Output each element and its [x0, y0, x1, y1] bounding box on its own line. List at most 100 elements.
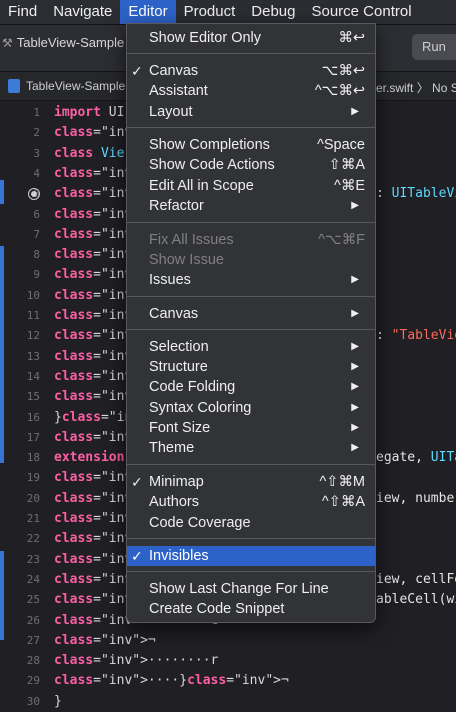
code-text: } [54, 693, 62, 709]
menu-separator [127, 329, 375, 330]
line-number: 3 [33, 146, 40, 160]
scheme-selector[interactable]: ⚒ TableView-Sample [2, 35, 124, 50]
menu-item-label: Structure [149, 359, 208, 375]
keyboard-shortcut: ^⇧⌘M [319, 474, 365, 490]
menu-item-refactor[interactable]: Refactor ▶ [127, 196, 375, 216]
keyboard-shortcut: ^⌥⌘F [318, 232, 365, 248]
menu-item-label: Syntax Coloring [149, 400, 252, 416]
line-number: 6 [33, 207, 40, 221]
code-text: import UI [54, 105, 125, 120]
submenu-arrow-icon: ▶ [351, 361, 359, 372]
menu-separator [127, 296, 375, 297]
project-icon [8, 79, 20, 93]
code-line[interactable]: 27 class="inv">¬ [0, 631, 456, 651]
code-text: : "TableVie [376, 328, 456, 344]
line-number: 7 [33, 227, 40, 241]
menu-item-label: Authors [149, 494, 199, 510]
menu-item-assistant[interactable]: Assistant ^⌥⌘↩ [127, 81, 375, 101]
menu-item-structure[interactable]: Structure ▶ [127, 357, 375, 377]
menu-item-label: Theme [149, 440, 195, 456]
menubar-item-editor[interactable]: Editor [120, 0, 176, 24]
menu-item-show-completions[interactable]: Show Completions ^Space [127, 135, 375, 155]
menu-item-invisibles[interactable]: ✓ Invisibles [127, 546, 375, 566]
line-number: 26 [26, 613, 40, 627]
menu-item-show-last-change-for-line[interactable]: Show Last Change For Line [127, 579, 375, 599]
menu-item-selection[interactable]: Selection ▶ [127, 337, 375, 357]
menu-item-create-code-snippet[interactable]: Create Code Snippet [127, 599, 375, 619]
menu-item-canvas[interactable]: ✓ Canvas ⌥⌘↩ [127, 61, 375, 81]
line-number: 16 [26, 410, 40, 424]
menu-item-label: Edit All in Scope [149, 178, 254, 194]
line-number: 13 [26, 349, 40, 363]
submenu-arrow-icon: ▶ [351, 308, 359, 319]
menu-item-edit-all-in-scope[interactable]: Edit All in Scope ^⌘E [127, 176, 375, 196]
keyboard-shortcut: ⇧⌘A [328, 157, 365, 173]
line-number: 1 [33, 106, 40, 119]
line-number: 29 [26, 674, 40, 688]
checkmark-icon: ✓ [131, 474, 143, 490]
menu-item-label: Refactor [149, 198, 204, 214]
code-line[interactable]: 28 class="inv">········r [0, 651, 456, 671]
line-number: 15 [26, 390, 40, 404]
menu-item-authors[interactable]: Authors ^⇧⌘A [127, 492, 375, 512]
submenu-arrow-icon: ▶ [351, 106, 359, 117]
line-number: 9 [33, 268, 40, 282]
menu-item-theme[interactable]: Theme ▶ [127, 438, 375, 458]
menu-bar: Find Navigate Editor Product Debug Source Con… [0, 0, 456, 25]
code-text: iew, number [376, 490, 456, 506]
keyboard-shortcut: ⌥⌘↩ [321, 63, 365, 79]
jump-bar-selection: No S [432, 81, 456, 95]
checkmark-icon: ✓ [131, 63, 143, 79]
menu-separator [127, 464, 375, 465]
menu-item-minimap[interactable]: ✓ Minimap ^⇧⌘M [127, 472, 375, 492]
submenu-arrow-icon: ▶ [351, 200, 359, 211]
menu-item-show-code-actions[interactable]: Show Code Actions ⇧⌘A [127, 155, 375, 175]
menu-item-issues[interactable]: Issues ▶ [127, 270, 375, 290]
menu-item-show-editor-only[interactable]: Show Editor Only ⌘↩ [127, 28, 375, 48]
submenu-arrow-icon: ▶ [351, 402, 359, 413]
keyboard-shortcut: ^Space [317, 137, 365, 153]
path-separator: 〉 [416, 81, 429, 95]
menu-item-font-size[interactable]: Font Size ▶ [127, 418, 375, 438]
code-line[interactable]: 30} [0, 692, 456, 712]
menu-item-layout[interactable]: Layout ▶ [127, 102, 375, 122]
hammer-icon: ⚒ [2, 35, 13, 50]
menu-item-label: Minimap [149, 474, 204, 490]
scheme-label: TableView-Sample [16, 35, 125, 50]
run-button[interactable]: Run [412, 34, 456, 60]
menubar-item-navigate[interactable]: Navigate [45, 0, 120, 24]
checkmark-icon: ✓ [131, 548, 143, 564]
code-text: egate, UITa [376, 450, 456, 466]
submenu-arrow-icon: ▶ [351, 341, 359, 352]
menu-item-code-folding[interactable]: Code Folding ▶ [127, 377, 375, 397]
jump-bar-path[interactable]: er.swift 〉 No S [376, 79, 456, 96]
menu-item-label: Issues [149, 272, 191, 288]
menu-item-label: Font Size [149, 420, 211, 436]
menu-item-label: Show Code Actions [149, 157, 275, 173]
code-line[interactable]: 29 class="inv">····}class="inv">¬ [0, 671, 456, 691]
keyboard-shortcut: ^⇧⌘A [321, 494, 365, 510]
line-number: 14 [26, 369, 40, 383]
menu-item-canvas[interactable]: Canvas ▶ [127, 304, 375, 324]
line-number: 2 [33, 126, 40, 140]
submenu-arrow-icon: ▶ [351, 422, 359, 433]
menu-item-label: Show Last Change For Line [149, 581, 329, 597]
submenu-arrow-icon: ▶ [351, 381, 359, 392]
menu-item-label: Canvas [149, 63, 199, 79]
line-number: 11 [26, 309, 40, 322]
code-text: : UITableVie [376, 186, 456, 202]
menu-item-label: Code Folding [149, 379, 236, 395]
menubar-item-source-control[interactable]: Source Control [303, 0, 419, 24]
keyboard-shortcut: ⌘↩ [338, 30, 365, 46]
jump-bar-project[interactable]: TableView-Sample [26, 79, 125, 93]
menubar-item-debug[interactable]: Debug [243, 0, 303, 24]
code-text: class="inv">¬ [54, 632, 156, 648]
code-text: class="inv">········r [54, 653, 219, 669]
menu-item-label: Show Editor Only [149, 30, 262, 46]
menubar-item-product[interactable]: Product [176, 0, 244, 24]
code-text: class="inv">····}class="inv">¬ [54, 673, 289, 689]
menubar-item-find[interactable]: Find [0, 0, 45, 24]
menu-item-syntax-coloring[interactable]: Syntax Coloring ▶ [127, 398, 375, 418]
menu-item-code-coverage[interactable]: Code Coverage [127, 513, 375, 533]
menu-separator [127, 571, 375, 572]
